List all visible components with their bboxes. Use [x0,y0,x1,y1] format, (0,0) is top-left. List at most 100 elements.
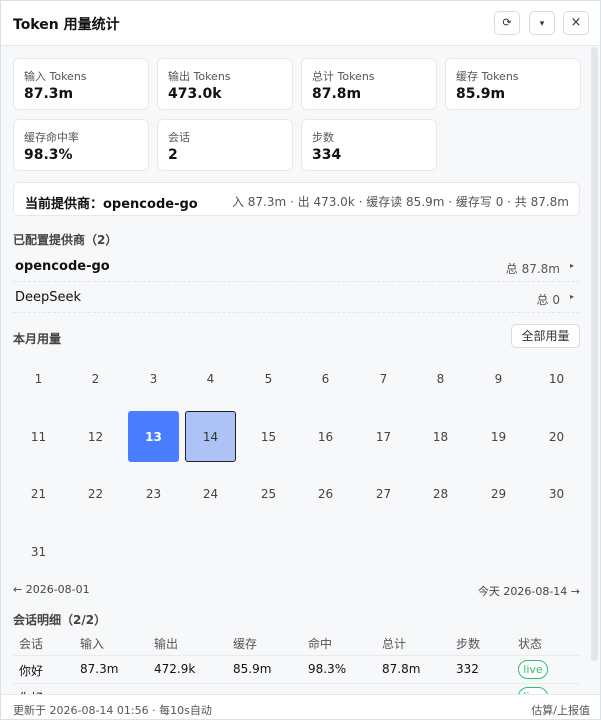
provider-row-deepseek[interactable]: DeepSeek 总 0 ▸ [13,283,580,313]
stat-card-cache-hit: 缓存命中率 98.3% [13,119,149,171]
calendar-day-25[interactable]: 25 [243,468,294,519]
month-section-title: 本月用量 [13,332,62,346]
stat-card-sessions: 会话 2 [157,119,293,171]
stat-value: 85.9m [456,86,506,102]
col-header-total: 总计 [382,637,407,651]
calendar-day-26[interactable]: 26 [300,468,351,519]
calendar-day-5[interactable]: 5 [243,353,294,404]
stat-value: 334 [312,147,342,163]
calendar-day-31[interactable]: 31 [13,526,64,577]
current-provider-bar: 当前提供商：opencode-go 入 87.3m · 出 473.0k · 缓… [13,182,580,216]
stat-card-input: 输入 Tokens 87.3m [13,58,149,110]
calendar-day-2[interactable]: 2 [70,353,121,404]
calendar-day-19[interactable]: 19 [473,411,524,462]
provider-name: DeepSeek [15,290,82,305]
stat-label: 缓存命中率 [24,131,79,144]
calendar-day-8[interactable]: 8 [415,353,466,404]
calendar-day-18[interactable]: 18 [415,411,466,462]
calendar-day-29[interactable]: 29 [473,468,524,519]
stat-value: 2 [168,147,178,163]
col-header-output: 输出 [154,637,179,651]
stat-card-total: 总计 Tokens 87.8m [301,58,437,110]
session-name: 你好 [19,664,44,678]
session-total: 87.8m [382,662,421,676]
refresh-icon: ⟳ [502,16,512,29]
stat-card-steps: 步数 334 [301,119,437,171]
calendar-day-13[interactable]: 13 [128,411,179,462]
col-header-status: 状态 [518,637,543,651]
calendar-day-6[interactable]: 6 [300,353,351,404]
calendar-day-27[interactable]: 27 [358,468,409,519]
col-header-session: 会话 [19,637,44,651]
calendar-day-1[interactable]: 1 [13,353,64,404]
stat-value: 98.3% [24,147,73,163]
all-usage-button[interactable]: 全部用量 [511,324,580,348]
calendar-day-28[interactable]: 28 [415,468,466,519]
chevron-down-icon: ▾ [539,19,545,29]
update-status: 更新于 2026-08-14 01:56 · 每10s自动 [13,704,212,717]
calendar-day-16[interactable]: 16 [300,411,351,462]
col-header-hit: 命中 [308,637,333,651]
calendar-day-17[interactable]: 17 [358,411,409,462]
provider-total: 总 0 [536,293,560,307]
calendar-day-3[interactable]: 3 [128,353,179,404]
stat-label: 步数 [312,131,334,144]
calendar-day-22[interactable]: 22 [70,468,121,519]
stat-label: 会话 [168,131,190,144]
calendar-day-12[interactable]: 12 [70,411,121,462]
calendar-day-21[interactable]: 21 [13,468,64,519]
provider-name: opencode-go [15,259,110,274]
col-header-cache: 缓存 [233,637,258,651]
calendar-day-30[interactable]: 30 [531,468,582,519]
stat-value: 87.3m [24,86,74,102]
calendar-day-10[interactable]: 10 [531,353,582,404]
table-divider [13,683,580,684]
close-button[interactable]: × [563,11,589,35]
session-input: 87.3m [80,662,119,676]
close-icon: × [570,15,582,30]
current-provider-name: 当前提供商：opencode-go [25,197,198,212]
today-link[interactable]: 今天 2026-08-14 → [478,583,580,599]
token-usage-window: Token 用量统计 ⟳ ▾ × 输入 Tokens 87.3m 输出 Toke… [0,0,601,720]
table-divider [13,655,580,656]
footer: 更新于 2026-08-14 01:56 · 每10s自动 估算/上报值 [1,694,600,719]
session-steps: 332 [456,662,479,676]
menu-button[interactable]: ▾ [529,11,555,35]
calendar-day-20[interactable]: 20 [531,411,582,462]
provider-total: 总 87.8m [505,262,560,276]
calendar-day-7[interactable]: 7 [358,353,409,404]
status-badge: live [518,660,548,679]
current-provider-stats: 入 87.3m · 出 473.0k · 缓存读 85.9m · 缓存写 0 ·… [231,195,569,209]
title-bar: Token 用量统计 ⟳ ▾ × [1,1,600,46]
stat-card-cache: 缓存 Tokens 85.9m [445,58,581,110]
scrollbar[interactable] [591,47,598,661]
stat-label: 缓存 Tokens [456,70,519,83]
calendar-day-11[interactable]: 11 [13,411,64,462]
col-header-input: 输入 [80,637,105,651]
sessions-section-title: 会话明细（2/2） [13,613,107,627]
estimate-note: 估算/上报值 [531,704,590,717]
stat-value: 87.8m [312,86,362,102]
session-cache: 85.9m [233,662,272,676]
provider-row-opencode-go[interactable]: opencode-go 总 87.8m ▸ [13,252,580,282]
col-header-steps: 步数 [456,637,481,651]
prev-month-link[interactable]: ← 2026-08-01 [13,583,90,596]
stat-label: 输出 Tokens [168,70,231,83]
calendar-day-14[interactable]: 14 [185,411,236,462]
providers-section-title: 已配置提供商（2） [13,233,118,247]
window-title: Token 用量统计 [13,17,120,33]
calendar-day-9[interactable]: 9 [473,353,524,404]
calendar-day-15[interactable]: 15 [243,411,294,462]
session-hit: 98.3% [308,662,347,676]
calendar-day-23[interactable]: 23 [128,468,179,519]
chevron-right-icon: ▸ [569,292,574,301]
stat-card-output: 输出 Tokens 473.0k [157,58,293,110]
stat-value: 473.0k [168,86,222,102]
refresh-button[interactable]: ⟳ [494,11,520,35]
session-output: 472.9k [154,662,196,676]
stat-label: 总计 Tokens [312,70,375,83]
calendar-day-4[interactable]: 4 [185,353,236,404]
chevron-right-icon: ▸ [569,261,574,270]
stat-label: 输入 Tokens [24,70,87,83]
calendar-day-24[interactable]: 24 [185,468,236,519]
